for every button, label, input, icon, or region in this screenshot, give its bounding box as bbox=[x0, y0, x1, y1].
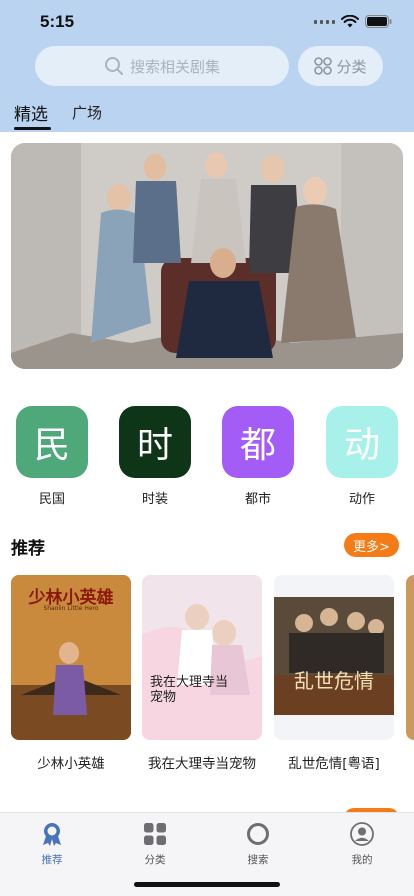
featured-banner[interactable] bbox=[11, 143, 403, 369]
poster-image bbox=[274, 575, 394, 740]
home-indicator bbox=[134, 882, 280, 887]
search-placeholder: 搜索相关剧集 bbox=[129, 57, 220, 76]
grid-icon bbox=[144, 823, 166, 845]
cellular-signal-icon bbox=[314, 19, 335, 24]
poster-text: 乱世危情 bbox=[294, 669, 374, 693]
nav-profile[interactable]: 我的 bbox=[327, 821, 397, 867]
grid-icon bbox=[314, 57, 333, 75]
genre-republic[interactable]: 民 民国 bbox=[16, 406, 88, 507]
nav-label: 推荐 bbox=[41, 854, 63, 866]
recommend-title: 推荐 bbox=[11, 539, 45, 559]
banner-image bbox=[11, 143, 403, 369]
poster-subtext: Shaolin Little Hero bbox=[43, 605, 99, 612]
genre-tile: 民 bbox=[16, 406, 88, 478]
poster-title[interactable]: 少林小英雄 bbox=[1, 752, 141, 772]
genre-fashion[interactable]: 时 时装 bbox=[119, 406, 191, 507]
nav-label: 我的 bbox=[351, 854, 373, 866]
more-button[interactable]: 更多> bbox=[344, 533, 399, 557]
poster-title[interactable]: 乱世危情[粤语] bbox=[264, 752, 404, 772]
poster-title[interactable]: 我在大理寺当宠物 bbox=[132, 752, 272, 772]
tab-featured[interactable]: 精选 bbox=[14, 100, 48, 125]
search-input[interactable]: 搜索相关剧集 bbox=[35, 46, 289, 86]
tab-square[interactable]: 广场 bbox=[72, 102, 102, 123]
genre-label: 都市 bbox=[244, 492, 271, 507]
poster-next-peek[interactable] bbox=[406, 575, 414, 740]
category-label: 分类 bbox=[336, 57, 367, 76]
tab-indicator bbox=[14, 127, 51, 130]
search-ring-icon bbox=[247, 823, 269, 845]
battery-icon bbox=[365, 15, 392, 28]
poster-text: 我在大理寺当宠物 bbox=[150, 675, 229, 705]
tab-bar: 精选 广场 bbox=[0, 96, 414, 132]
header-area: 5:15 搜索相关剧集 分类 精选 广场 bbox=[0, 0, 414, 132]
poster-image bbox=[142, 575, 262, 740]
poster-chaos[interactable]: 乱世危情 bbox=[274, 575, 394, 740]
status-bar: 5:15 bbox=[0, 0, 414, 44]
status-icons bbox=[314, 15, 392, 28]
nav-category[interactable]: 分类 bbox=[120, 821, 190, 867]
nav-label: 分类 bbox=[144, 854, 166, 866]
genre-label: 动作 bbox=[348, 492, 375, 507]
genre-urban[interactable]: 都 都市 bbox=[222, 406, 294, 507]
category-button[interactable]: 分类 bbox=[298, 46, 383, 86]
poster-dali[interactable]: 我在大理寺当宠物 bbox=[142, 575, 262, 740]
search-row: 搜索相关剧集 分类 bbox=[0, 46, 414, 86]
genre-tile: 动 bbox=[326, 406, 398, 478]
genre-label: 时装 bbox=[141, 492, 168, 507]
genre-label: 民国 bbox=[38, 492, 65, 507]
poster-shaolin[interactable]: 少林小英雄 Shaolin Little Hero bbox=[11, 575, 131, 740]
badge-icon bbox=[43, 823, 61, 846]
genre-tile: 时 bbox=[119, 406, 191, 478]
nav-recommend[interactable]: 推荐 bbox=[17, 821, 87, 867]
search-icon bbox=[104, 57, 123, 75]
status-time: 5:15 bbox=[40, 12, 75, 31]
genre-action[interactable]: 动 动作 bbox=[326, 406, 398, 507]
genre-tile: 都 bbox=[222, 406, 294, 478]
wifi-icon bbox=[341, 15, 359, 28]
nav-search[interactable]: 搜索 bbox=[223, 821, 293, 867]
profile-icon bbox=[350, 822, 374, 846]
nav-label: 搜索 bbox=[247, 854, 269, 866]
